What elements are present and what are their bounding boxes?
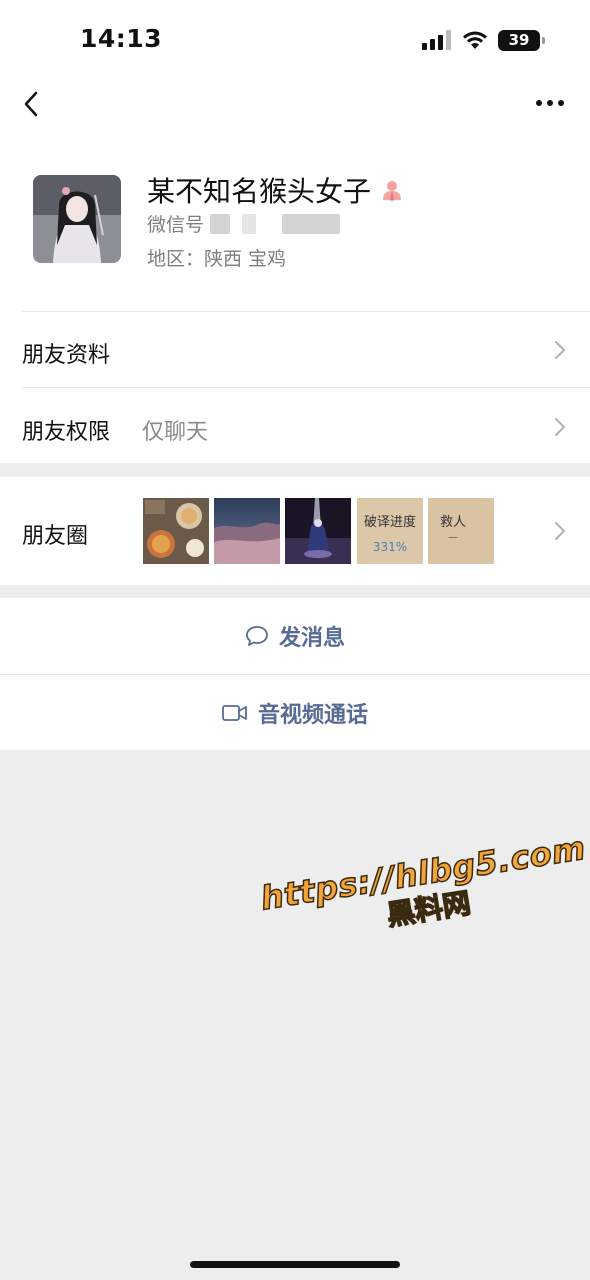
send-message-label: 发消息	[278, 626, 345, 651]
moments-thumb-sky[interactable]	[214, 498, 280, 564]
home-indicator[interactable]	[190, 1261, 400, 1268]
battery-level: 39	[508, 31, 530, 49]
moments-label[interactable]: 朋友圈	[22, 518, 88, 550]
chat-bubble-icon	[246, 626, 268, 646]
cellular-signal-icon	[422, 30, 451, 50]
chevron-right-icon	[555, 341, 565, 359]
thumb-text: 救人	[440, 515, 467, 530]
status-time: 14:13	[80, 24, 163, 53]
video-camera-icon	[222, 704, 247, 721]
back-icon[interactable]	[18, 88, 48, 120]
region: 地区：陕西 宝鸡	[147, 248, 287, 270]
friend-info-label[interactable]: 朋友资料	[22, 337, 110, 369]
profile-name: 某不知名猴头女子	[147, 170, 403, 210]
thumb-subtext: 331%	[372, 540, 408, 554]
thumb-subtext: —	[448, 532, 458, 543]
chevron-right-icon	[555, 418, 565, 436]
wechat-id-redacted	[282, 213, 341, 234]
wechat-id: 微信号	[147, 210, 341, 237]
friend-permission-value: 仅聊天	[142, 420, 209, 445]
profile-name-text: 某不知名猴头女子	[147, 175, 372, 208]
more-icon[interactable]	[534, 90, 566, 116]
wechat-id-redacted	[210, 213, 231, 234]
thumb-text: 破译进度	[363, 515, 416, 530]
moments-thumb-text-rescue[interactable]: 救人 —	[428, 498, 494, 564]
watermark: https://hlbg5.com 黑料网	[257, 828, 590, 953]
moments-thumb-night[interactable]	[285, 498, 351, 564]
video-call-button[interactable]: 音视频通话	[0, 675, 590, 750]
avatar[interactable]	[33, 175, 121, 263]
divider	[22, 387, 590, 388]
female-gender-icon	[383, 181, 402, 201]
status-icons: 39	[422, 28, 545, 52]
send-message-button[interactable]: 发消息	[0, 598, 590, 674]
moments-thumb-text-progress[interactable]: 破译进度 331%	[357, 498, 423, 564]
wifi-icon	[463, 31, 487, 49]
wechat-id-redacted	[242, 213, 257, 234]
battery-icon: 39	[498, 29, 545, 51]
divider	[22, 311, 590, 312]
chevron-right-icon	[555, 522, 565, 540]
wechat-id-label: 微信号	[147, 214, 205, 236]
video-call-label: 音视频通话	[257, 702, 368, 728]
moments-thumb-food[interactable]	[143, 498, 209, 564]
friend-permission-label[interactable]: 朋友权限	[22, 414, 110, 446]
